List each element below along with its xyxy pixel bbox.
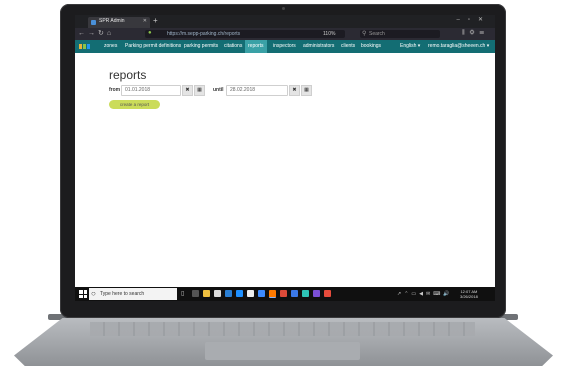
nav-item-parking-permit-definitions[interactable]: Parking permit definitions (122, 40, 184, 53)
from-clear-icon[interactable]: ✖ (182, 85, 193, 96)
task-view-icon[interactable] (192, 290, 199, 297)
nav-item-citations[interactable]: citations (221, 40, 245, 53)
app-icon[interactable] (291, 290, 298, 297)
nav-item-inspectors[interactable]: inspectors (270, 40, 299, 53)
until-date-input[interactable]: 28.02.2018 (226, 85, 288, 96)
webcam (282, 7, 285, 10)
system-tray-icons[interactable]: ↗⌃▭◀✉⌨🔊 (397, 291, 453, 297)
until-label: until (213, 87, 224, 93)
screen: SPR Admin ✕ + –▫✕ ←→↻⌂ ● https://m.sepp-… (75, 15, 495, 301)
clock-date: 3/26/2018 (460, 294, 478, 299)
browser-tab[interactable]: SPR Admin ✕ (88, 17, 150, 28)
windows-start-icon[interactable] (79, 290, 87, 298)
app-icon[interactable] (324, 290, 331, 297)
edge-icon[interactable] (236, 290, 243, 297)
brand-logo[interactable] (79, 43, 95, 50)
from-date-input[interactable]: 01.01.2018 (121, 85, 181, 96)
url-bar[interactable]: ● https://m.sepp-parking.ch/reports (145, 30, 345, 38)
window-controls-icon[interactable]: –▫✕ (457, 16, 492, 23)
from-label: from (109, 87, 121, 93)
mail-icon[interactable] (247, 290, 254, 297)
app-icon[interactable] (258, 290, 265, 297)
page-title: reports (109, 68, 147, 82)
from-date-value: 01.01.2018 (125, 87, 151, 93)
user-menu[interactable]: remo.taraglia@sheeen.ch ▾ (425, 40, 492, 53)
favicon-icon (91, 20, 96, 25)
zoom-level[interactable]: 110% (323, 31, 335, 37)
microphone-icon[interactable]: ▯ (181, 290, 184, 297)
app-nav: zones Parking permit definitions parking… (75, 40, 495, 53)
trackpad (205, 342, 360, 360)
nav-buttons-icon[interactable]: ←→↻⌂ (78, 29, 114, 37)
visual-studio-icon[interactable] (313, 290, 320, 297)
nav-item-clients[interactable]: clients (338, 40, 358, 53)
taskbar-search-text: Type here to search (100, 291, 145, 297)
url-text: https://m.sepp-parking.ch/reports (167, 31, 241, 37)
lock-icon: ● (148, 30, 152, 36)
until-calendar-icon[interactable]: ▦ (301, 85, 312, 96)
skype-icon[interactable] (302, 290, 309, 297)
until-clear-icon[interactable]: ✖ (289, 85, 300, 96)
search-icon: ○ (91, 289, 96, 298)
new-tab-icon[interactable]: + (153, 16, 158, 26)
dropbox-icon[interactable] (225, 290, 232, 297)
chrome-icon[interactable] (280, 290, 287, 297)
nav-item-bookings[interactable]: bookings (358, 40, 384, 53)
language-select[interactable]: English ▾ (397, 40, 423, 53)
taskbar-clock[interactable]: 12:07 AM 3/26/2018 (460, 289, 478, 299)
laptop: SPR Admin ✕ + –▫✕ ←→↻⌂ ● https://m.sepp-… (0, 0, 565, 376)
nav-item-reports[interactable]: reports (245, 40, 267, 53)
tab-close-icon[interactable]: ✕ (143, 18, 147, 24)
toolbar-icons[interactable]: ⫼⚙☰ (462, 30, 489, 37)
tab-title: SPR Admin (99, 18, 125, 24)
file-explorer-icon[interactable] (203, 290, 210, 297)
taskbar-search-input[interactable]: ○ Type here to search (89, 288, 177, 300)
keyboard (90, 322, 475, 336)
create-report-button[interactable]: create a report (109, 100, 160, 109)
taskbar: ○ Type here to search ▯ ↗⌃▭◀✉⌨🔊 12:07 AM… (75, 287, 495, 301)
until-date-value: 28.02.2018 (230, 87, 256, 93)
nav-item-administrators[interactable]: administrators (300, 40, 337, 53)
browser-search-input[interactable]: ⚲ Search (360, 30, 440, 38)
browser-tabbar: SPR Admin ✕ + –▫✕ (75, 15, 495, 28)
nav-item-zones[interactable]: zones (101, 40, 120, 53)
from-calendar-icon[interactable]: ▦ (194, 85, 205, 96)
nav-item-parking-permits[interactable]: parking permits (181, 40, 221, 53)
search-placeholder: Search (369, 31, 385, 37)
firefox-icon[interactable] (269, 290, 276, 298)
search-icon: ⚲ (362, 31, 367, 37)
store-icon[interactable] (214, 290, 221, 297)
